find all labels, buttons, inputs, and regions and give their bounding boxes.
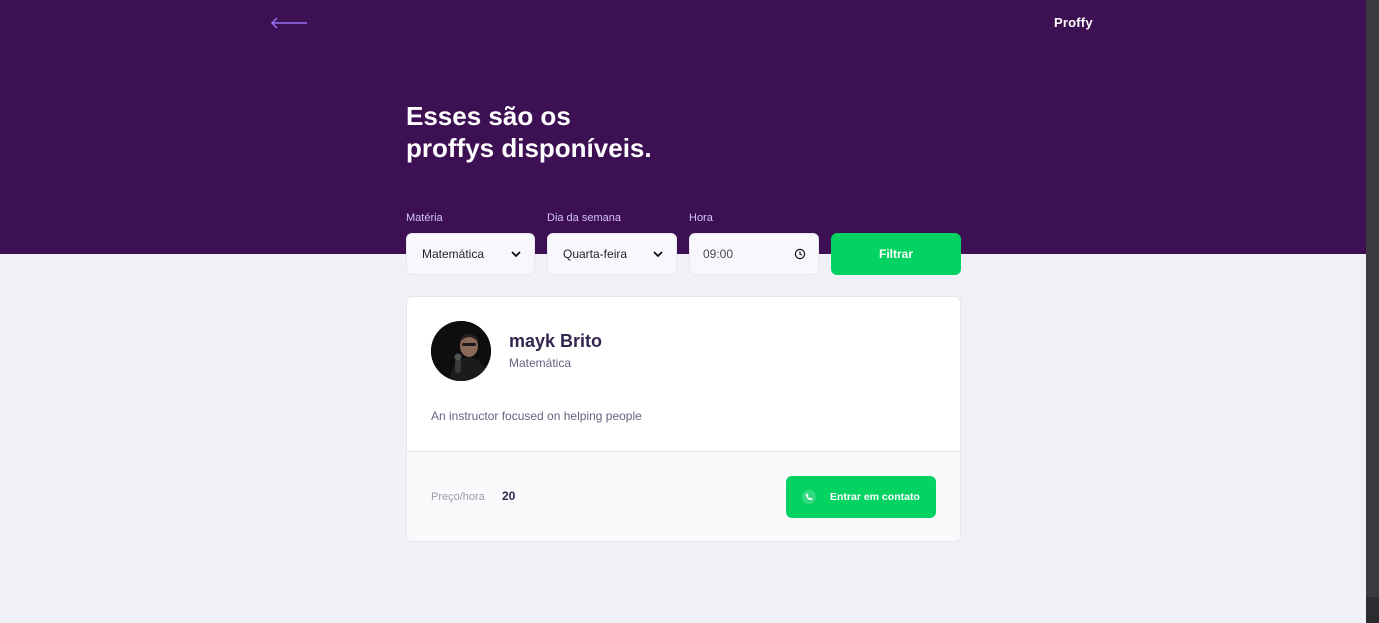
chevron-down-icon: [653, 251, 663, 258]
time-label: Hora: [689, 212, 713, 224]
weekday-select-value: Quarta-feira: [563, 247, 628, 261]
page-title: Esses são os proffys disponíveis.: [406, 100, 826, 164]
chevron-down-icon: [511, 251, 521, 258]
back-arrow-icon[interactable]: [270, 14, 308, 32]
subject-select[interactable]: Matemática: [406, 233, 535, 275]
page: Proffy Esses são os proffys disponíveis.…: [0, 0, 1366, 623]
scrollbar[interactable]: [1366, 0, 1379, 623]
subject-label: Matéria: [406, 212, 443, 224]
time-input-value: 09:00: [703, 247, 734, 261]
logo: Proffy: [1054, 15, 1093, 30]
teacher-subject: Matemática: [509, 356, 572, 370]
avatar: [431, 321, 491, 381]
page-header: Proffy Esses são os proffys disponíveis.…: [0, 0, 1366, 275]
page-title-line-2: proffys disponíveis.: [406, 133, 652, 163]
teacher-bio: An instructor focused on helping people: [431, 409, 642, 423]
price-label: Preço/hora: [431, 491, 485, 503]
filter-button[interactable]: Filtrar: [831, 233, 961, 275]
time-input[interactable]: 09:00: [689, 233, 819, 275]
teacher-card: mayk Brito Matemática An instructor focu…: [406, 296, 961, 542]
contact-button[interactable]: Entrar em contato: [786, 476, 936, 518]
scrollbar-thumb[interactable]: [1366, 0, 1379, 597]
whatsapp-icon: [802, 490, 816, 504]
price-value: 20: [502, 489, 516, 503]
page-title-line-1: Esses são os: [406, 101, 571, 131]
contact-button-label: Entrar em contato: [830, 491, 920, 503]
teacher-card-footer: Preço/hora 20 Entrar em contato: [407, 451, 960, 541]
subject-select-value: Matemática: [422, 247, 485, 261]
teacher-name: mayk Brito: [509, 331, 603, 351]
teacher-photo: [431, 321, 491, 381]
clock-icon[interactable]: [794, 248, 806, 260]
weekday-select[interactable]: Quarta-feira: [547, 233, 677, 275]
weekday-label: Dia da semana: [547, 212, 621, 224]
